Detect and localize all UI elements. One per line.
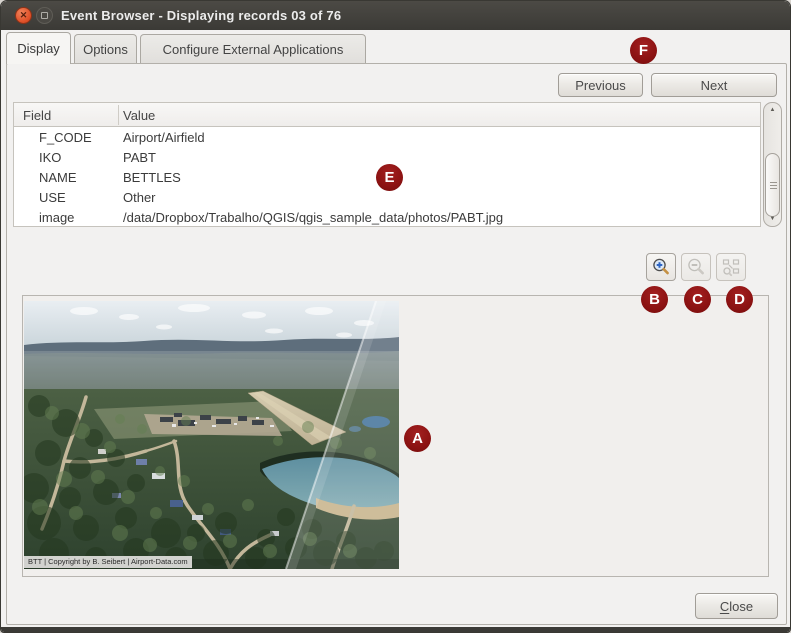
scrollbar-thumb[interactable] [765,153,780,217]
cell-field: image [39,207,74,227]
annotation-badge-f: F [630,37,657,64]
table-header-row: Field Value [14,103,760,127]
cell-field: F_CODE [39,127,92,147]
column-header-field[interactable]: Field [23,103,51,127]
event-browser-window: ✕ Event Browser - Displaying records 03 … [0,0,791,633]
cell-value: Airport/Airfield [123,127,205,147]
photo-caption: BTT | Copyright by B. Seibert | Airport-… [24,556,192,568]
zoom-to-extent-button[interactable] [716,253,746,281]
tab-options[interactable]: Options [74,34,137,63]
aerial-photo[interactable]: BTT | Copyright by B. Seibert | Airport-… [24,301,399,569]
scroll-up-icon[interactable]: ▲ [764,107,781,113]
zoom-out-button[interactable] [681,253,711,281]
zoom-in-button[interactable] [646,253,676,281]
zoom-out-icon [686,257,706,277]
close-button[interactable]: Close [695,593,778,619]
zoom-in-icon [651,257,671,277]
window-title: Event Browser - Displaying records 03 of… [61,1,341,30]
annotation-badge-c: C [684,286,711,313]
close-label-mnemonic: C [720,599,729,614]
zoom-to-extent-icon [721,257,741,277]
cell-value: PABT [123,147,156,167]
annotation-badge-a: A [404,425,431,452]
cell-value: /data/Dropbox/Trabalho/QGIS/qgis_sample_… [123,207,503,227]
tab-configure-external-applications[interactable]: Configure External Applications [140,34,366,63]
annotation-badge-d: D [726,286,753,313]
window-close-button[interactable]: ✕ [15,7,32,24]
annotation-badge-e: E [376,164,403,191]
window-maximize-button[interactable] [36,7,53,24]
cell-field: IKO [39,147,61,167]
column-divider[interactable] [118,105,119,125]
close-icon: ✕ [20,11,28,20]
annotation-badge-b: B [641,286,668,313]
photo-panel: BTT | Copyright by B. Seibert | Airport-… [22,295,769,577]
cell-value: Other [123,187,156,207]
titlebar[interactable]: ✕ Event Browser - Displaying records 03 … [1,1,790,30]
display-tab-page: Previous Next Field Value F_CODE Airport… [6,63,787,625]
table-row[interactable]: F_CODE Airport/Airfield [14,127,760,147]
cell-value: BETTLES [123,167,181,187]
tab-display[interactable]: Display [6,32,71,64]
scrollbar-grip-icon [770,182,777,190]
column-header-value[interactable]: Value [123,103,155,127]
next-button[interactable]: Next [651,73,777,97]
aerial-photo-image [24,301,399,569]
cell-field: NAME [39,167,77,187]
previous-button[interactable]: Previous [558,73,643,97]
table-row[interactable]: image /data/Dropbox/Trabalho/QGIS/qgis_s… [14,207,760,227]
table-scrollbar[interactable]: ▲ ▼ [763,102,782,227]
cell-field: USE [39,187,66,207]
close-label-rest: lose [729,599,753,614]
window-bottom-edge [1,627,790,632]
maximize-icon [41,12,48,19]
scroll-down-icon[interactable]: ▼ [764,216,781,222]
